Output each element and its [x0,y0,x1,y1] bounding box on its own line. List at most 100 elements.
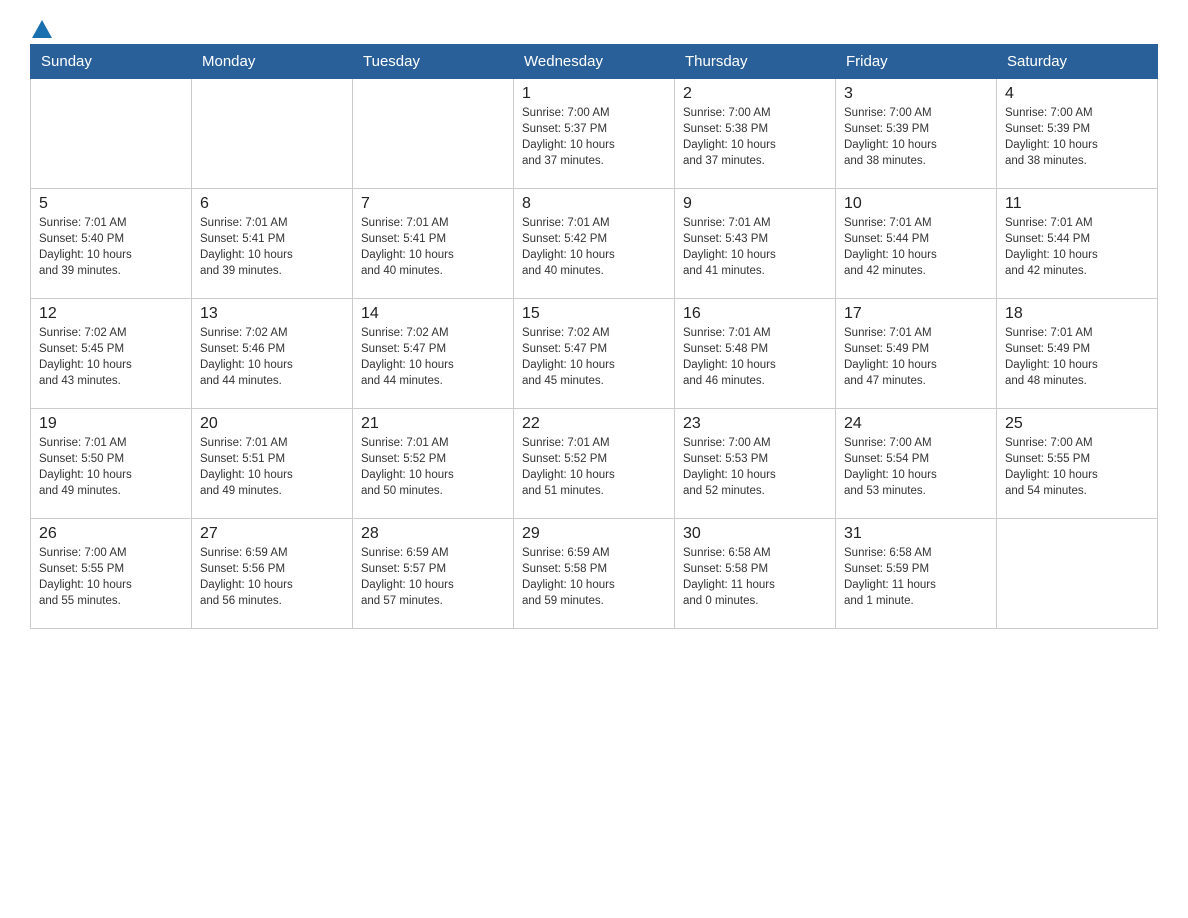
day-number: 25 [1005,415,1149,433]
day-info: Sunrise: 7:00 AM Sunset: 5:39 PM Dayligh… [1005,105,1149,169]
day-info: Sunrise: 6:58 AM Sunset: 5:59 PM Dayligh… [844,545,988,609]
day-number: 27 [200,525,344,543]
calendar-day-15: 15 Sunrise: 7:02 AM Sunset: 5:47 PM Dayli… [514,299,675,409]
calendar-day-9: 9 Sunrise: 7:01 AM Sunset: 5:43 PM Daylig… [675,189,836,299]
day-number: 6 [200,195,344,213]
weekday-header-friday: Friday [836,45,997,79]
day-info: Sunrise: 7:02 AM Sunset: 5:47 PM Dayligh… [361,325,505,389]
day-number: 29 [522,525,666,543]
calendar-week-row: 12Sunrise: 7:02 AM Sunset: 5:45 PM Dayli… [31,299,1158,409]
day-info: Sunrise: 7:01 AM Sunset: 5:40 PM Dayligh… [39,215,183,279]
day-info: Sunrise: 7:02 AM Sunset: 5:45 PM Dayligh… [39,325,183,389]
weekday-header-saturday: Saturday [997,45,1158,79]
calendar-day-27: 27 Sunrise: 6:59 AM Sunset: 5:56 PM Dayli… [192,519,353,629]
day-info: Sunrise: 7:01 AM Sunset: 5:51 PM Dayligh… [200,435,344,499]
calendar-empty-cell [997,519,1158,629]
calendar-week-row: 19 Sunrise: 7:01 AM Sunset: 5:50 PM Dayli… [31,409,1158,519]
day-number: 10 [844,195,988,213]
day-info: Sunrise: 7:01 AM Sunset: 5:42 PM Dayligh… [522,215,666,279]
day-info: Sunrise: 7:01 AM Sunset: 5:49 PM Dayligh… [1005,325,1149,389]
logo-triangle-icon [32,20,52,38]
day-info: Sunrise: 7:00 AM Sunset: 5:55 PM Dayligh… [1005,435,1149,499]
day-number: 5 [39,195,183,213]
day-number: 24 [844,415,988,433]
day-number: 23 [683,415,827,433]
calendar-day-25: 25 Sunrise: 7:00 AM Sunset: 5:55 PM Dayli… [997,409,1158,519]
day-number: 17 [844,305,988,323]
day-info: Sunrise: 7:01 AM Sunset: 5:48 PM Dayligh… [683,325,827,389]
weekday-header-row: SundayMondayTuesdayWednesdayThursdayFrid… [31,45,1158,79]
day-number: 22 [522,415,666,433]
calendar-day-16: 16 Sunrise: 7:01 AM Sunset: 5:48 PM Dayli… [675,299,836,409]
day-info: Sunrise: 7:01 AM Sunset: 5:41 PM Dayligh… [200,215,344,279]
day-info: Sunrise: 7:01 AM Sunset: 5:43 PM Dayligh… [683,215,827,279]
day-info: Sunrise: 6:59 AM Sunset: 5:58 PM Dayligh… [522,545,666,609]
day-info: Sunrise: 7:00 AM Sunset: 5:38 PM Dayligh… [683,105,827,169]
day-info: Sunrise: 7:00 AM Sunset: 5:53 PM Dayligh… [683,435,827,499]
day-number: 16 [683,305,827,323]
calendar-day-21: 21 Sunrise: 7:01 AM Sunset: 5:52 PM Dayli… [353,409,514,519]
day-info: Sunrise: 7:02 AM Sunset: 5:47 PM Dayligh… [522,325,666,389]
day-number: 19 [39,415,183,433]
day-info: Sunrise: 6:59 AM Sunset: 5:56 PM Dayligh… [200,545,344,609]
day-number: 4 [1005,85,1149,103]
weekday-header-sunday: Sunday [31,45,192,79]
day-info: Sunrise: 7:01 AM Sunset: 5:49 PM Dayligh… [844,325,988,389]
day-number: 13 [200,305,344,323]
calendar-day-10: 10 Sunrise: 7:01 AM Sunset: 5:44 PM Dayli… [836,189,997,299]
calendar-day-18: 18 Sunrise: 7:01 AM Sunset: 5:49 PM Dayli… [997,299,1158,409]
day-number: 2 [683,85,827,103]
calendar-week-row: 26 Sunrise: 7:00 AM Sunset: 5:55 PM Dayli… [31,519,1158,629]
day-number: 3 [844,85,988,103]
calendar-day-31: 31 Sunrise: 6:58 AM Sunset: 5:59 PM Dayli… [836,519,997,629]
calendar-day-1: 1Sunrise: 7:00 AM Sunset: 5:37 PM Daylig… [514,79,675,189]
day-info: Sunrise: 7:00 AM Sunset: 5:54 PM Dayligh… [844,435,988,499]
day-info: Sunrise: 7:00 AM Sunset: 5:39 PM Dayligh… [844,105,988,169]
day-info: Sunrise: 7:01 AM Sunset: 5:52 PM Dayligh… [361,435,505,499]
day-number: 30 [683,525,827,543]
day-info: Sunrise: 7:01 AM Sunset: 5:41 PM Dayligh… [361,215,505,279]
calendar-day-2: 2 Sunrise: 7:00 AM Sunset: 5:38 PM Daylig… [675,79,836,189]
calendar-day-8: 8 Sunrise: 7:01 AM Sunset: 5:42 PM Daylig… [514,189,675,299]
day-info: Sunrise: 7:01 AM Sunset: 5:44 PM Dayligh… [844,215,988,279]
calendar-day-26: 26 Sunrise: 7:00 AM Sunset: 5:55 PM Dayli… [31,519,192,629]
day-number: 21 [361,415,505,433]
day-info: Sunrise: 7:02 AM Sunset: 5:46 PM Dayligh… [200,325,344,389]
day-number: 28 [361,525,505,543]
calendar-day-22: 22 Sunrise: 7:01 AM Sunset: 5:52 PM Dayli… [514,409,675,519]
calendar-day-23: 23 Sunrise: 7:00 AM Sunset: 5:53 PM Dayli… [675,409,836,519]
calendar-day-4: 4 Sunrise: 7:00 AM Sunset: 5:39 PM Daylig… [997,79,1158,189]
weekday-header-thursday: Thursday [675,45,836,79]
day-number: 26 [39,525,183,543]
day-number: 7 [361,195,505,213]
day-number: 11 [1005,195,1149,213]
day-number: 1 [522,85,666,103]
day-info: Sunrise: 6:59 AM Sunset: 5:57 PM Dayligh… [361,545,505,609]
day-info: Sunrise: 7:00 AM Sunset: 5:55 PM Dayligh… [39,545,183,609]
calendar-day-7: 7 Sunrise: 7:01 AM Sunset: 5:41 PM Daylig… [353,189,514,299]
calendar-day-19: 19 Sunrise: 7:01 AM Sunset: 5:50 PM Dayli… [31,409,192,519]
calendar-day-20: 20 Sunrise: 7:01 AM Sunset: 5:51 PM Dayli… [192,409,353,519]
day-number: 31 [844,525,988,543]
day-info: Sunrise: 7:01 AM Sunset: 5:52 PM Dayligh… [522,435,666,499]
calendar-day-5: 5 Sunrise: 7:01 AM Sunset: 5:40 PM Daylig… [31,189,192,299]
calendar-empty-cell [192,79,353,189]
day-number: 20 [200,415,344,433]
day-number: 15 [522,305,666,323]
calendar-empty-cell [353,79,514,189]
day-info: Sunrise: 7:01 AM Sunset: 5:50 PM Dayligh… [39,435,183,499]
day-number: 14 [361,305,505,323]
weekday-header-monday: Monday [192,45,353,79]
calendar-day-3: 3 Sunrise: 7:00 AM Sunset: 5:39 PM Daylig… [836,79,997,189]
calendar-week-row: 1Sunrise: 7:00 AM Sunset: 5:37 PM Daylig… [31,79,1158,189]
calendar-table: SundayMondayTuesdayWednesdayThursdayFrid… [30,44,1158,629]
day-number: 9 [683,195,827,213]
calendar-day-11: 11 Sunrise: 7:01 AM Sunset: 5:44 PM Dayli… [997,189,1158,299]
day-number: 18 [1005,305,1149,323]
calendar-day-14: 14 Sunrise: 7:02 AM Sunset: 5:47 PM Dayli… [353,299,514,409]
day-info: Sunrise: 7:01 AM Sunset: 5:44 PM Dayligh… [1005,215,1149,279]
calendar-day-28: 28 Sunrise: 6:59 AM Sunset: 5:57 PM Dayli… [353,519,514,629]
day-number: 8 [522,195,666,213]
calendar-day-24: 24 Sunrise: 7:00 AM Sunset: 5:54 PM Dayli… [836,409,997,519]
calendar-day-30: 30Sunrise: 6:58 AM Sunset: 5:58 PM Dayli… [675,519,836,629]
